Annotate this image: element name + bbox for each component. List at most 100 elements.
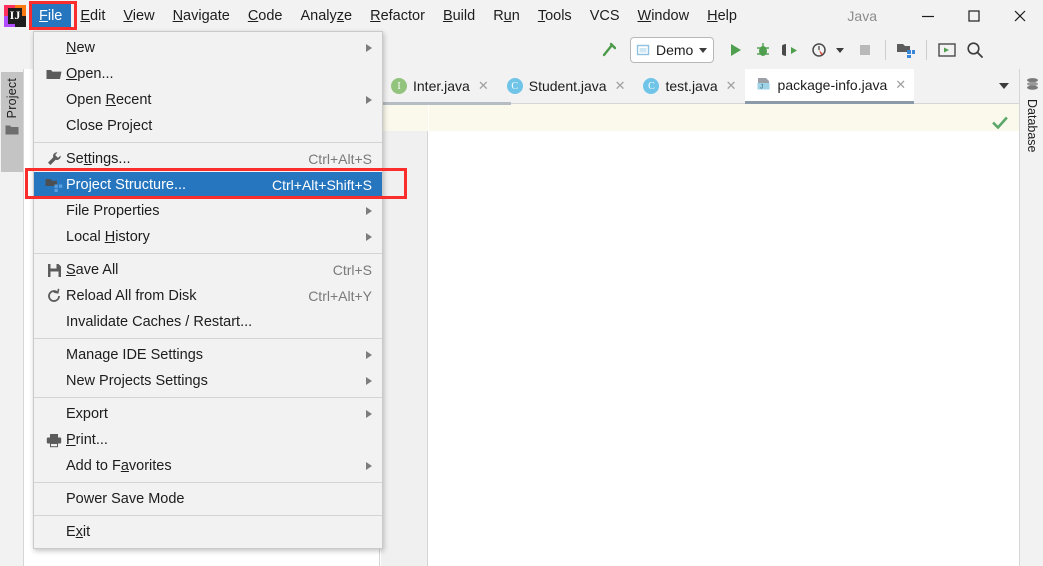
editor-tab-package-info-java[interactable]: J package-info.java ✕	[744, 69, 915, 104]
terminal-icon[interactable]	[934, 37, 960, 63]
editor-horizontal-scrollbar[interactable]	[381, 102, 511, 105]
menu-refactor[interactable]: Refactor	[361, 3, 434, 29]
menu-item-shortcut: Ctrl+Alt+S	[308, 151, 372, 167]
menu-item-new[interactable]: New	[34, 35, 382, 61]
window-controls: Java	[847, 0, 1043, 31]
menu-item-file-properties[interactable]: File Properties	[34, 198, 382, 224]
menu-item-new-projects-settings[interactable]: New Projects Settings	[34, 368, 382, 394]
editor-tab-inter-java[interactable]: I Inter.java ✕	[381, 69, 497, 103]
caret-line-highlight	[429, 104, 1019, 131]
menu-file[interactable]: File	[30, 2, 72, 29]
editor-tab-label: Inter.java	[413, 78, 470, 94]
database-tab-label: Database	[1025, 99, 1039, 153]
file-dropdown-menu: New Open... Open Recent Close Project Se…	[33, 31, 383, 549]
close-icon[interactable]: ✕	[478, 78, 489, 94]
menu-item-export[interactable]: Export	[34, 401, 382, 427]
menu-item-label: Invalidate Caches / Restart...	[66, 314, 253, 330]
toolbar-divider-2	[926, 40, 928, 60]
editor-tab-student-java[interactable]: C Student.java ✕	[497, 69, 634, 103]
build-hammer-icon[interactable]	[596, 37, 622, 63]
project-structure-button[interactable]	[893, 37, 919, 63]
chevron-down-icon[interactable]	[699, 47, 708, 53]
menu-navigate[interactable]: Navigate	[164, 3, 239, 29]
submenu-arrow-icon	[366, 351, 372, 359]
folder-icon	[42, 68, 66, 81]
toolbar-divider	[885, 40, 887, 60]
code-editor[interactable]	[381, 104, 1019, 566]
menu-tools[interactable]: Tools	[529, 3, 581, 29]
menu-item-label: Power Save Mode	[66, 491, 185, 507]
menu-item-label: Add to Favorites	[66, 458, 172, 474]
menu-code[interactable]: Code	[239, 3, 292, 29]
sidebar-item-project[interactable]: Project	[1, 72, 23, 172]
profiler-dropdown-icon[interactable]	[836, 47, 845, 53]
menu-item-label: Manage IDE Settings	[66, 347, 204, 363]
run-configuration-selector[interactable]: Demo	[630, 37, 715, 63]
menu-item-print[interactable]: Print...	[34, 427, 382, 453]
menu-item-label: Print...	[66, 432, 108, 448]
menu-view[interactable]: View	[114, 3, 163, 29]
menu-window[interactable]: Window	[629, 3, 699, 29]
menu-analyze[interactable]: Analyze	[292, 3, 362, 29]
search-everywhere-button[interactable]	[962, 37, 988, 63]
left-tool-strip: Project	[0, 69, 24, 566]
minimize-button[interactable]	[905, 0, 951, 31]
class-badge-icon: C	[643, 78, 660, 94]
menu-item-label: Open...	[66, 66, 114, 82]
maximize-button[interactable]	[951, 0, 997, 31]
menu-item-exit[interactable]: Exit	[34, 519, 382, 545]
menu-item-add-to-favorites[interactable]: Add to Favorites	[34, 453, 382, 479]
right-tool-strip: Database	[1019, 69, 1043, 566]
submenu-arrow-icon	[366, 377, 372, 385]
close-button[interactable]	[997, 0, 1043, 31]
menu-item-save-all[interactable]: Save All Ctrl+S	[34, 257, 382, 283]
menu-edit[interactable]: Edit	[71, 3, 114, 29]
run-with-coverage-button[interactable]	[778, 37, 804, 63]
run-button[interactable]	[722, 37, 748, 63]
menu-item-invalidate-caches[interactable]: Invalidate Caches / Restart...	[34, 309, 382, 335]
editor-tabs-overflow-button[interactable]	[989, 69, 1019, 103]
sidebar-item-database[interactable]: Database	[1021, 73, 1043, 183]
interface-badge-icon: I	[391, 78, 407, 94]
editor-tab-test-java[interactable]: C test.java ✕	[633, 69, 744, 103]
menu-item-open[interactable]: Open...	[34, 61, 382, 87]
menu-run[interactable]: Run	[484, 3, 529, 29]
menu-item-label: Settings...	[66, 151, 131, 167]
menu-item-local-history[interactable]: Local History	[34, 224, 382, 250]
svg-text:J: J	[760, 84, 763, 90]
close-icon[interactable]: ✕	[726, 78, 737, 94]
menu-item-label: Exit	[66, 524, 91, 540]
inspection-status-check-icon[interactable]	[989, 112, 1011, 134]
database-icon	[1025, 77, 1040, 95]
menu-vcs[interactable]: VCS	[581, 3, 629, 29]
ide-mode-label: Java	[847, 7, 877, 24]
menu-build[interactable]: Build	[434, 3, 484, 29]
menu-item-manage-ide-settings[interactable]: Manage IDE Settings	[34, 342, 382, 368]
class-badge-icon: C	[506, 78, 523, 94]
debug-button[interactable]	[750, 37, 776, 63]
menu-item-label: Local History	[66, 229, 150, 245]
menu-item-project-structure[interactable]: Project Structure... Ctrl+Alt+Shift+S	[34, 172, 382, 198]
menu-item-power-save-mode[interactable]: Power Save Mode	[34, 486, 382, 512]
menu-item-close-project[interactable]: Close Project	[34, 113, 382, 139]
project-structure-icon	[42, 177, 66, 193]
intellij-idea-logo-icon: IJ	[4, 4, 26, 27]
menu-item-settings[interactable]: Settings... Ctrl+Alt+S	[34, 146, 382, 172]
menu-item-open-recent[interactable]: Open Recent	[34, 87, 382, 113]
menu-separator	[34, 515, 382, 516]
menu-separator	[34, 397, 382, 398]
submenu-arrow-icon	[366, 410, 372, 418]
close-icon[interactable]: ✕	[615, 78, 626, 94]
menu-item-label: Open Recent	[66, 92, 152, 108]
editor-gutter[interactable]	[381, 104, 428, 566]
submenu-arrow-icon	[366, 462, 372, 470]
close-icon[interactable]: ✕	[895, 77, 906, 93]
title-menu-bar: IJ File Edit View Navigate Code Analyze …	[0, 0, 1043, 31]
submenu-arrow-icon	[366, 44, 372, 52]
menu-item-label: New	[66, 40, 96, 56]
profiler-button[interactable]	[806, 37, 832, 63]
menu-item-reload-all-from-disk[interactable]: Reload All from Disk Ctrl+Alt+Y	[34, 283, 382, 309]
menu-separator	[34, 482, 382, 483]
menu-item-label: Close Project	[66, 118, 153, 134]
menu-help[interactable]: Help	[698, 3, 746, 29]
